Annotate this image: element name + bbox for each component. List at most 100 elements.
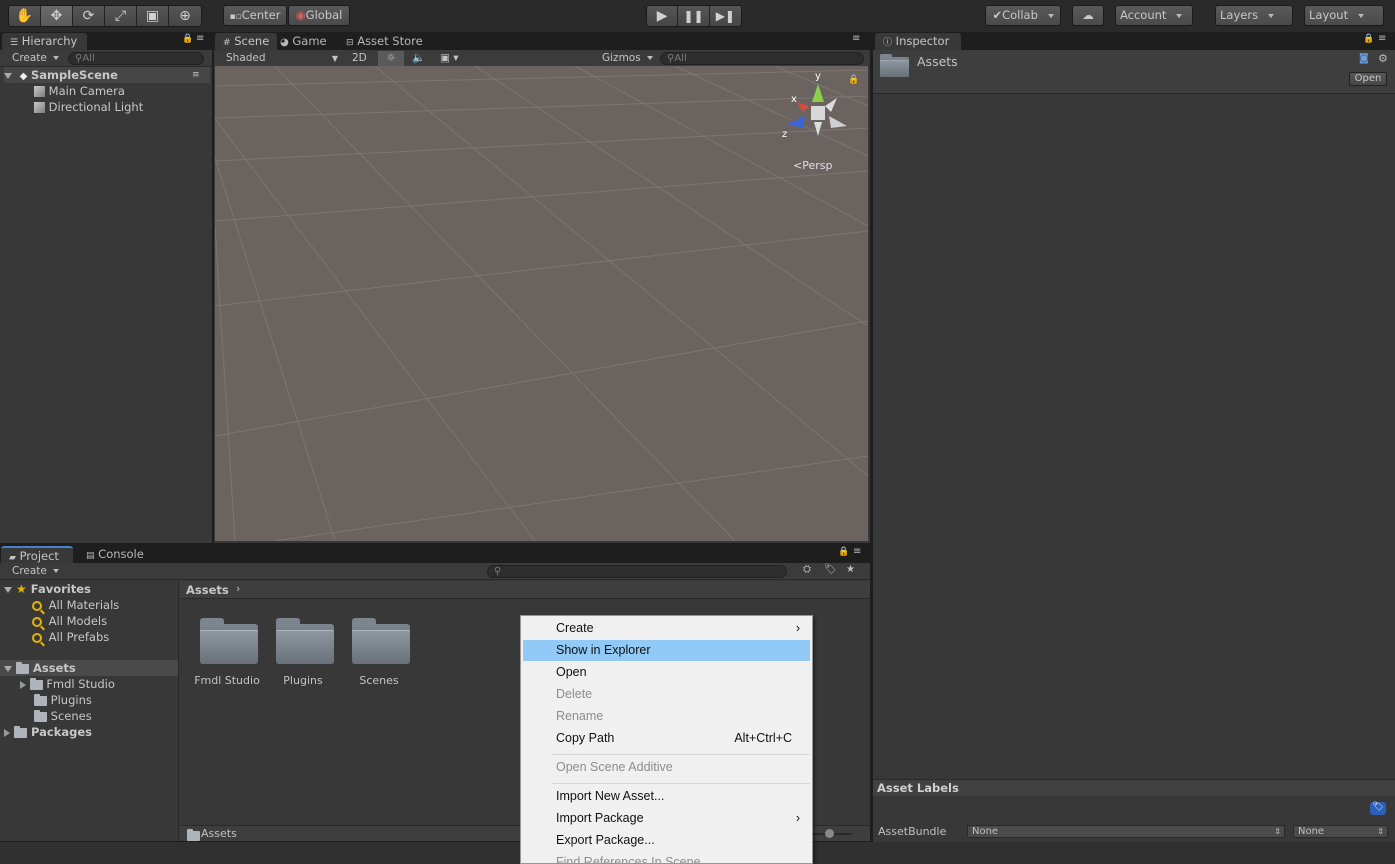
step-icon[interactable]: ▶❚ [709, 6, 741, 26]
gizmos-dropdown[interactable]: Gizmos [598, 51, 657, 66]
asset-labels-header: Asset Labels [873, 779, 1395, 796]
rotate-tool-icon[interactable]: ⟳ [73, 6, 105, 26]
breadcrumb-assets[interactable]: Assets [186, 583, 229, 597]
project-subbar: Create ⚲ ⛭ 🏷 ★ [0, 563, 870, 580]
audio-toggle[interactable]: 🔈 [408, 51, 429, 66]
scale-tool-icon[interactable]: ⤢ [105, 6, 137, 26]
hierarchy-create-button[interactable]: Create [8, 51, 63, 66]
move-tool-icon[interactable]: ✥ [41, 6, 73, 26]
scene-menu-icon[interactable]: ≡ [192, 67, 200, 83]
packages-row[interactable]: Packages [4, 724, 92, 740]
filter-type-icon[interactable]: ⛭ [803, 564, 811, 575]
pause-icon[interactable]: ❚❚ [678, 6, 710, 26]
menu-item-find-references[interactable]: Find References In Scene [523, 852, 810, 864]
favorite-item[interactable]: All Models [32, 613, 107, 629]
assets-row[interactable]: Assets [0, 660, 178, 676]
project-create-button[interactable]: Create [8, 564, 63, 579]
panel-menu-icon[interactable]: ≡ [1378, 33, 1386, 44]
menu-label: Find References In Scene [556, 855, 701, 864]
menu-item-delete[interactable]: Delete [523, 684, 810, 705]
neg-z-cone[interactable] [825, 98, 837, 112]
lock-icon[interactable]: 🔒 [838, 547, 849, 557]
z-axis-cone[interactable] [787, 116, 805, 128]
menu-item-import-new-asset[interactable]: Import New Asset... [523, 786, 810, 807]
lock-icon[interactable]: 🔒 [1363, 34, 1374, 44]
grid-folder-icon[interactable] [276, 618, 334, 664]
tab-project[interactable]: ▰ Project [1, 546, 73, 563]
collab-dropdown[interactable]: ✔Collab [985, 5, 1061, 26]
pivot-center-button[interactable]: ▪▫Center [223, 5, 287, 26]
tab-asset-store[interactable]: ⊟ Asset Store [338, 33, 431, 50]
y-axis-cone[interactable] [812, 84, 824, 102]
effects-dropdown[interactable]: ▣ ▾ [436, 51, 463, 66]
expand-icon[interactable] [20, 680, 26, 689]
play-icon[interactable]: ▶ [647, 6, 679, 26]
favorites-row[interactable]: ★ Favorites [4, 581, 91, 597]
panel-menu-icon[interactable]: ≡ [852, 33, 860, 44]
expand-icon[interactable] [4, 586, 12, 593]
star-icon[interactable]: ★ [846, 564, 855, 575]
grid-folder-icon[interactable] [352, 618, 410, 664]
mode-2d-toggle[interactable]: 2D [348, 51, 371, 66]
shading-dropdown[interactable]: Shaded ▼ [222, 51, 340, 66]
menu-item-import-package[interactable]: Import Package › [523, 808, 810, 829]
transform-tool-icon[interactable]: ⊕ [169, 6, 201, 26]
tab-console[interactable]: ▤ Console [78, 546, 152, 563]
hierarchy-item[interactable]: Directional Light [34, 99, 143, 115]
menu-item-open-scene-additive[interactable]: Open Scene Additive [523, 757, 810, 778]
neg-x-cone[interactable] [829, 116, 847, 128]
layout-dropdown[interactable]: Layout [1304, 5, 1384, 26]
expand-icon[interactable] [4, 665, 12, 672]
scene-row[interactable]: ◆ SampleScene ≡ [4, 67, 210, 83]
label-tag-icon[interactable]: 🏷 [1370, 802, 1386, 815]
panel-menu-icon[interactable]: ≡ [853, 546, 861, 557]
gear-icon[interactable]: ⚙ [1378, 52, 1388, 65]
menu-item-rename[interactable]: Rename [523, 706, 810, 727]
asset-folder-row[interactable]: Scenes [34, 708, 92, 724]
filter-label-icon[interactable]: 🏷 [824, 564, 837, 575]
project-search-input[interactable]: ⚲ [487, 565, 787, 578]
asset-bundle-dropdown[interactable]: None ⇕ [967, 825, 1285, 838]
grid-folder-icon[interactable] [200, 618, 258, 664]
menu-item-export-package[interactable]: Export Package... [523, 830, 810, 851]
layers-dropdown[interactable]: Layers [1215, 5, 1293, 26]
persp-icon: < [793, 159, 803, 172]
menu-item-show-in-explorer[interactable]: Show in Explorer [523, 640, 810, 661]
tab-hierarchy[interactable]: ☰ Hierarchy [2, 33, 87, 50]
tab-game[interactable]: ◕ Game [272, 33, 335, 50]
asset-folder-row[interactable]: Plugins [34, 692, 92, 708]
expand-icon[interactable] [4, 72, 12, 79]
open-button[interactable]: Open [1349, 72, 1387, 86]
rect-tool-icon[interactable]: ▣ [137, 6, 169, 26]
x-axis-cone[interactable] [797, 102, 809, 112]
favorite-item[interactable]: All Materials [32, 597, 119, 613]
scene-viewport[interactable]: y x z 🔒 <Persp [215, 66, 868, 541]
zoom-slider-thumb[interactable] [825, 829, 834, 838]
neg-y-cone[interactable] [814, 122, 822, 136]
hand-tool-icon[interactable]: ✋ [9, 6, 41, 26]
persp-label[interactable]: <Persp [793, 159, 832, 172]
asset-folder-row[interactable]: Fmdl Studio [20, 676, 115, 692]
expand-icon[interactable] [4, 728, 10, 737]
lock-icon[interactable]: 🔒 [182, 34, 193, 44]
tab-inspector[interactable]: ⓘ Inspector [875, 33, 961, 50]
hierarchy-item[interactable]: Main Camera [34, 83, 125, 99]
lighting-toggle[interactable]: ☼ [378, 51, 404, 66]
help-icon[interactable]: ◙ [1359, 53, 1369, 64]
account-dropdown[interactable]: Account [1115, 5, 1193, 26]
menu-item-create[interactable]: Create › [523, 618, 810, 639]
scene-search-input[interactable]: ⚲All [660, 52, 864, 65]
menu-item-open[interactable]: Open [523, 662, 810, 683]
favorite-item[interactable]: All Prefabs [32, 629, 109, 645]
panel-menu-icon[interactable]: ≡ [196, 33, 204, 44]
menu-item-copy-path[interactable]: Copy Path Alt+Ctrl+C [523, 728, 810, 749]
cloud-button[interactable]: ☁ [1072, 5, 1104, 26]
asset-variant-dropdown[interactable]: None ⇕ [1293, 825, 1388, 838]
gameobject-icon [34, 86, 45, 97]
pivot-global-button[interactable]: ◉Global [288, 5, 350, 26]
menu-label: Import New Asset... [556, 789, 665, 803]
hierarchy-search-input[interactable]: ⚲All [68, 52, 204, 65]
lock-icon[interactable]: 🔒 [848, 75, 859, 85]
tab-scene[interactable]: # Scene [215, 33, 278, 50]
gizmo-center-cube[interactable] [811, 106, 825, 120]
